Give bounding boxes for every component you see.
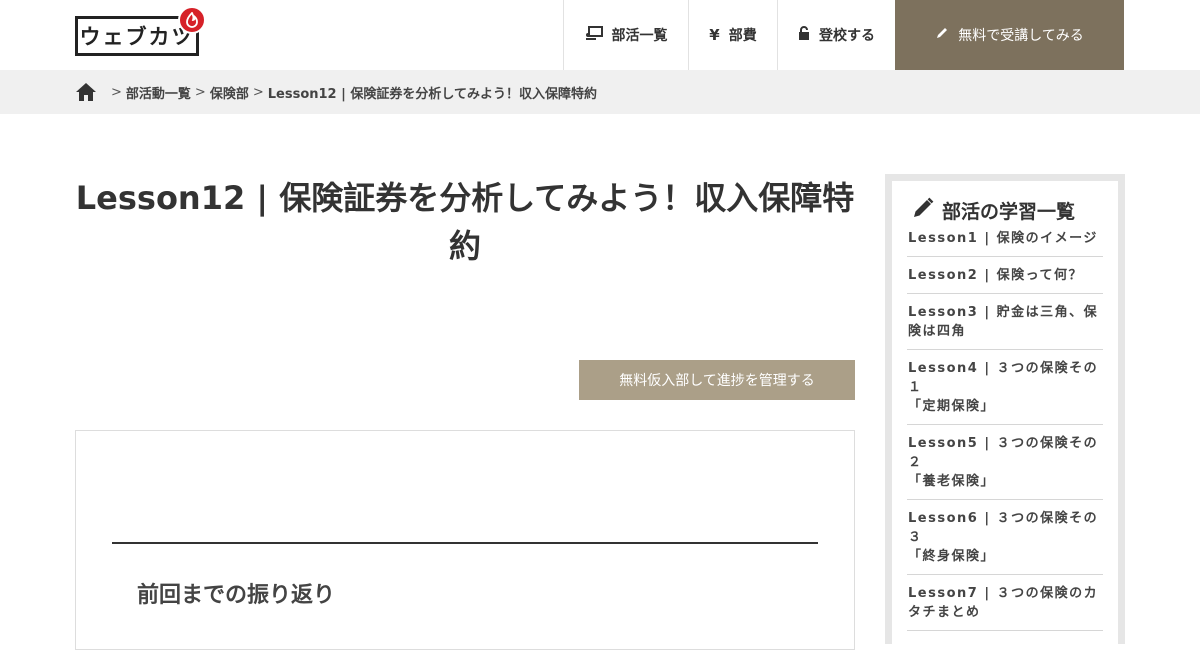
lesson-link[interactable]: Lesson3 | 貯金は三角、保険は四角 [907,294,1103,350]
lesson-link[interactable]: Lesson5 | ３つの保険その２ 「養老保険」 [907,425,1103,500]
nav-cta-label: 無料で受講してみる [958,28,1084,44]
breadcrumb-item-club-list[interactable]: 部活動一覧 [126,83,191,102]
nav-login[interactable]: 登校する [777,0,895,70]
breadcrumb-separator: > [194,84,206,100]
main-nav: 部活一覧 ¥ 部費 登校する 無料で受講してみる [563,0,1124,70]
breadcrumb-item-current: Lesson12 | 保険証券を分析してみよう！収入保障特約 [267,86,598,102]
lesson-link[interactable]: Lesson6 | ３つの保険その３ 「終身保険」 [907,500,1103,575]
breadcrumb-bar: > 部活動一覧 > 保険部 > Lesson12 | 保険証券を分析してみよう！… [0,70,1200,114]
site-header: ウェブカツ 部活一覧 ¥ 部費 登校する 無料で受講してみる [0,0,1200,70]
pencil-icon [912,197,934,224]
free-trial-button[interactable]: 無料で受講してみる [895,0,1124,70]
nav-fee[interactable]: ¥ 部費 [688,0,777,70]
sidebar: 部活の学習一覧 Lesson1 | 保険のイメージ Lesson2 | 保険って… [885,174,1125,651]
nav-label: 部活一覧 [611,28,668,44]
page-title: Lesson12 | 保険証券を分析してみよう！収入保障特約 [75,179,855,265]
breadcrumb-separator: > [111,84,122,100]
lesson-link[interactable]: Lesson1 | 保険のイメージ [907,227,1103,257]
lesson-link[interactable]: Lesson7 | ３つの保険のカタチまとめ [907,575,1103,631]
pencil-icon [935,26,949,44]
sidebar-title: 部活の学習一覧 [912,197,1103,223]
sidebar-panel: 部活の学習一覧 Lesson1 | 保険のイメージ Lesson2 | 保険って… [892,181,1118,651]
divider [112,542,818,544]
sidebar-title-label: 部活の学習一覧 [942,200,1076,223]
flame-icon [178,6,206,34]
join-trial-button[interactable]: 無料仮入部して進捗を管理する [579,360,855,400]
laptop-icon [585,26,603,44]
lesson-list: Lesson1 | 保険のイメージ Lesson2 | 保険って何？ Lesso… [907,227,1103,631]
nav-label: 登校する [819,28,875,44]
yen-icon: ¥ [709,26,720,44]
nav-club-list[interactable]: 部活一覧 [563,0,688,70]
breadcrumb: > 部活動一覧 > 保険部 > Lesson12 | 保険証券を分析してみよう！… [75,70,597,114]
nav-label: 部費 [728,28,757,44]
lesson-link[interactable]: Lesson2 | 保険って何？ [907,257,1103,294]
breadcrumb-item-insurance[interactable]: 保険部 [210,83,249,102]
lesson-content: 前回までの振り返り [75,430,855,650]
unlock-icon [798,25,810,45]
home-icon[interactable] [75,82,97,102]
section-heading: 前回までの振り返り [137,583,336,608]
lesson-link[interactable]: Lesson4 | ３つの保険その１ 「定期保険」 [907,350,1103,425]
site-logo[interactable]: ウェブカツ [75,6,207,58]
breadcrumb-separator: > [252,84,264,100]
